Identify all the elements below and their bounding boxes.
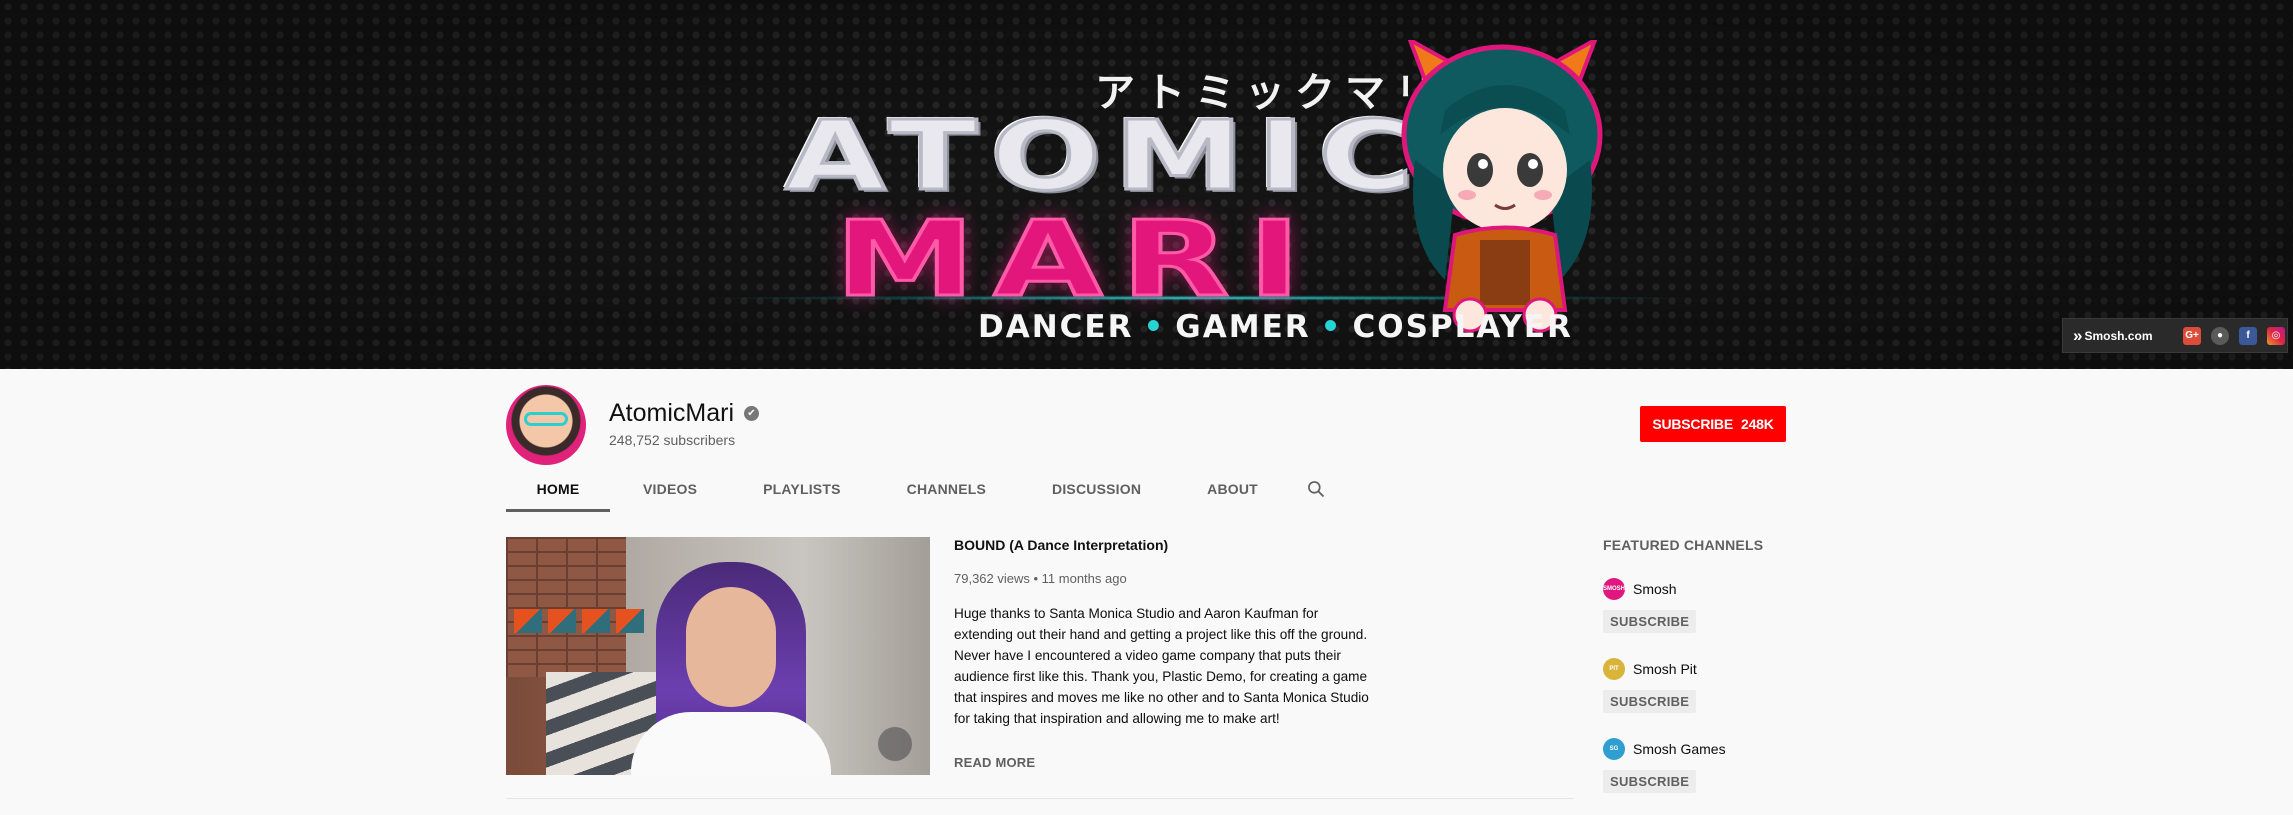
banner-logo-bottom: MARI [833, 197, 1320, 322]
featured-channel-smosh-games: SG Smosh Games SUBSCRIBE [1603, 738, 1803, 793]
tab-home[interactable]: HOME [506, 468, 610, 512]
featured-video-thumbnail[interactable] [506, 537, 930, 775]
thumbnail-person-shirt [631, 712, 831, 775]
tab-channels[interactable]: CHANNELS [874, 468, 1019, 512]
channel-avatar[interactable] [506, 385, 586, 465]
featured-channel-subscribe-button[interactable]: SUBSCRIBE [1603, 690, 1697, 713]
banner-link-smosh[interactable]: » Smosh.com [2073, 326, 2173, 346]
featured-channel-subscribe-button[interactable]: SUBSCRIBE [1603, 610, 1697, 633]
featured-channel-name[interactable]: Smosh [1633, 581, 1677, 597]
avatar-glasses [524, 412, 568, 426]
tab-videos[interactable]: VIDEOS [610, 468, 730, 512]
featured-channel-smosh: SMOSH Smosh SUBSCRIBE [1603, 578, 1803, 633]
banner-logo-top: ATOMIC [783, 99, 1428, 214]
tagline-gamer: GAMER [1175, 309, 1311, 345]
subscribe-button[interactable]: SUBSCRIBE 248K [1640, 406, 1786, 442]
read-more-link[interactable]: READ MORE [954, 755, 1035, 770]
featured-channel-name[interactable]: Smosh Pit [1633, 661, 1697, 677]
smosh-games-channel-icon[interactable]: SG [1603, 738, 1625, 760]
thumbnail-brick-wall [506, 537, 626, 677]
tab-about[interactable]: ABOUT [1174, 468, 1291, 512]
subscriber-count: 248,752 subscribers [609, 432, 736, 448]
featured-channel-name[interactable]: Smosh Games [1633, 741, 1726, 757]
banner-tagline: DANCER • GAMER • COSPLAYER [978, 309, 1573, 345]
smosh-pit-channel-icon[interactable]: PIT [1603, 658, 1625, 680]
subscribe-label: SUBSCRIBE [1652, 416, 1733, 432]
tab-playlists[interactable]: PLAYLISTS [730, 468, 874, 512]
featured-video-meta: 79,362 views • 11 months ago [954, 571, 1127, 586]
tab-discussion[interactable]: DISCUSSION [1019, 468, 1174, 512]
globe-icon[interactable]: ● [2211, 326, 2229, 345]
channel-banner: アトミックマリ ATOMIC MARI DANCER • GAMER • COSPLAY… [0, 0, 2293, 369]
banner-links-bar: » Smosh.com G+ ● f ◎ [2062, 318, 2288, 353]
smosh-channel-icon[interactable]: SMOSH [1603, 578, 1625, 600]
thumbnail-person-face [686, 587, 776, 707]
banner-link-label: Smosh.com [2084, 328, 2153, 343]
search-icon[interactable] [1291, 468, 1341, 512]
featured-channel-smosh-pit: PIT Smosh Pit SUBSCRIBE [1603, 658, 1803, 713]
instagram-icon[interactable]: ◎ [2267, 326, 2285, 345]
thumbnail-watermark-icon [878, 727, 912, 761]
subscribe-count: 248K [1740, 416, 1774, 432]
smosh-chevron-icon: » [2073, 325, 2083, 345]
verified-badge-icon: ✔ [744, 406, 759, 421]
tagline-dancer: DANCER [978, 309, 1134, 345]
featured-video-title[interactable]: BOUND (A Dance Interpretation) [954, 537, 1168, 553]
tagline-separator: • [1320, 309, 1343, 345]
google-plus-icon[interactable]: G+ [2183, 326, 2201, 345]
tagline-separator: • [1143, 309, 1166, 345]
featured-video-description: Huge thanks to Santa Monica Studio and A… [954, 606, 1369, 726]
tagline-cosplayer: COSPLAYER [1352, 309, 1573, 345]
thumbnail-pattern [514, 609, 644, 633]
featured-channel-subscribe-button[interactable]: SUBSCRIBE [1603, 770, 1697, 793]
facebook-icon[interactable]: f [2239, 326, 2257, 345]
channel-tabs: HOME VIDEOS PLAYLISTS CHANNELS DISCUSSIO… [506, 468, 1341, 512]
section-divider [506, 798, 1574, 799]
mascot-illustration [1401, 40, 1603, 333]
featured-channels-heading: FEATURED CHANNELS [1603, 537, 1764, 553]
channel-name: AtomicMari [609, 399, 735, 427]
